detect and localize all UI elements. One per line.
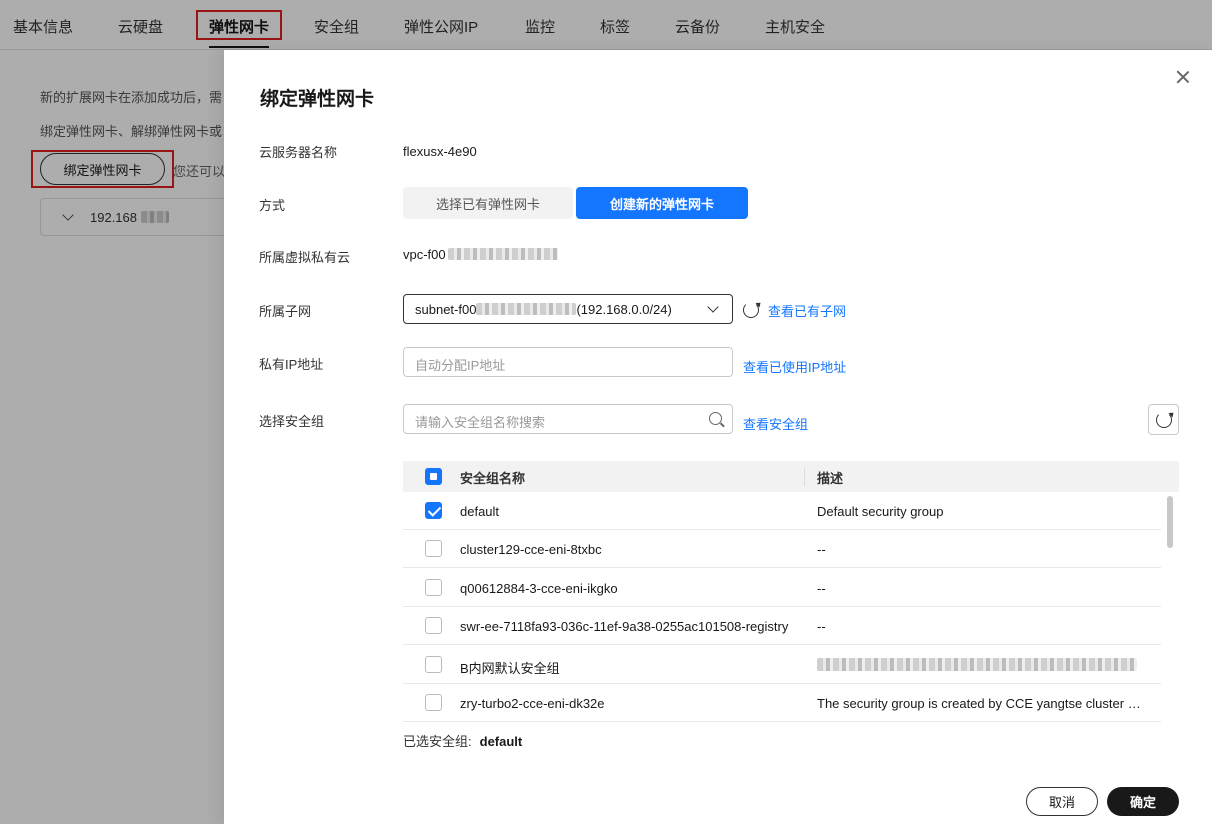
search-icon[interactable] [709, 412, 722, 425]
mode-label: 方式 [259, 198, 286, 213]
refresh-icon [1156, 412, 1172, 428]
private-ip-label: 私有IP地址 [259, 357, 324, 372]
security-group-search-placeholder: 请输入安全组名称搜索 [415, 415, 546, 430]
refresh-table-button[interactable] [1148, 404, 1179, 435]
server-name-label: 云服务器名称 [259, 145, 338, 160]
subnet-label: 所属子网 [259, 304, 312, 319]
subnet-select-value: subnet-f00 (192.168.0.0/24) [415, 302, 672, 317]
row-description: -- [817, 581, 826, 596]
refresh-icon[interactable] [743, 302, 759, 318]
table-row[interactable]: q00612884-3-cce-eni-ikgko -- [403, 569, 1161, 607]
table-row[interactable]: swr-ee-7118fa93-036c-11ef-9a38-0255ac101… [403, 607, 1161, 645]
select-all-checkbox[interactable] [425, 468, 442, 485]
row-description: -- [817, 619, 826, 634]
drawer-title: 绑定弹性网卡 [260, 89, 375, 110]
private-ip-input[interactable]: 自动分配IP地址 [403, 347, 733, 377]
redacted-text [476, 303, 577, 315]
cancel-button[interactable]: 取消 [1026, 787, 1098, 816]
col-header-description: 描述 [817, 471, 844, 486]
view-subnet-link[interactable]: 查看已有子网 [768, 301, 846, 320]
row-name: q00612884-3-cce-eni-ikgko [460, 581, 618, 596]
subnet-select[interactable]: subnet-f00 (192.168.0.0/24) [403, 294, 733, 324]
row-checkbox[interactable] [425, 617, 442, 634]
table-body[interactable]: default Default security group cluster12… [403, 492, 1179, 723]
row-checkbox[interactable] [425, 540, 442, 557]
close-icon[interactable] [1175, 69, 1191, 85]
row-checkbox[interactable] [425, 579, 442, 596]
row-description: Default security group [817, 504, 944, 519]
security-group-label: 选择安全组 [259, 414, 325, 429]
confirm-button[interactable]: 确定 [1107, 787, 1179, 816]
table-row[interactable]: zry-turbo2-cce-eni-dk32e The security gr… [403, 684, 1161, 722]
table-row[interactable]: B内网默认安全组 [403, 646, 1161, 684]
bind-nic-drawer: 绑定弹性网卡 云服务器名称 flexusx-4e90 方式 选择已有弹性网卡 创… [224, 50, 1212, 824]
row-checkbox[interactable] [425, 694, 442, 711]
column-divider [804, 467, 805, 486]
row-description: The security group is created by CCE yan… [817, 696, 1141, 711]
view-used-ip-link[interactable]: 查看已使用IP地址 [743, 357, 846, 376]
table-row[interactable]: cluster129-cce-eni-8txbc -- [403, 530, 1161, 568]
server-name-value: flexusx-4e90 [403, 144, 477, 159]
view-security-group-link[interactable]: 查看安全组 [743, 414, 808, 433]
row-name: zry-turbo2-cce-eni-dk32e [460, 696, 605, 711]
row-description: -- [817, 542, 826, 557]
row-name: default [460, 504, 500, 519]
security-group-search-input[interactable]: 请输入安全组名称搜索 [403, 404, 733, 434]
row-name: cluster129-cce-eni-8txbc [460, 542, 602, 557]
chevron-down-icon[interactable] [707, 301, 719, 313]
mode-option-existing[interactable]: 选择已有弹性网卡 [403, 187, 573, 219]
table-header: 安全组名称 描述 [403, 461, 1179, 492]
col-header-name: 安全组名称 [460, 471, 526, 486]
vpc-label: 所属虚拟私有云 [259, 250, 351, 265]
selected-security-groups: 已选安全组: default [403, 734, 523, 749]
row-description [817, 658, 1137, 674]
row-checkbox[interactable] [425, 656, 442, 673]
table-row[interactable]: default Default security group [403, 492, 1161, 530]
private-ip-placeholder: 自动分配IP地址 [415, 358, 506, 373]
table-scrollbar[interactable] [1167, 496, 1173, 548]
redacted-text [817, 658, 1137, 671]
mode-option-create-new[interactable]: 创建新的弹性网卡 [576, 187, 748, 219]
row-name: swr-ee-7118fa93-036c-11ef-9a38-0255ac101… [460, 619, 789, 634]
row-name: B内网默认安全组 [460, 661, 560, 676]
security-group-table: 安全组名称 描述 default Default security group … [403, 461, 1179, 723]
redacted-text [447, 248, 558, 260]
vpc-value: vpc-f00 [403, 247, 558, 262]
row-checkbox[interactable] [425, 502, 442, 519]
